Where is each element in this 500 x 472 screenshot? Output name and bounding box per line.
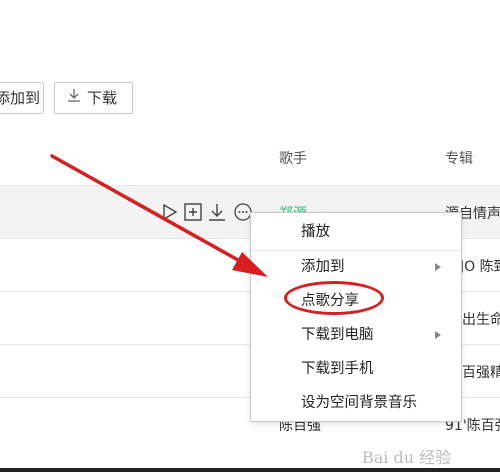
- annotation-arrow-icon: [50, 154, 268, 277]
- baidu-watermark: Bai du 经验: [362, 448, 452, 467]
- bottom-bar: [0, 468, 500, 472]
